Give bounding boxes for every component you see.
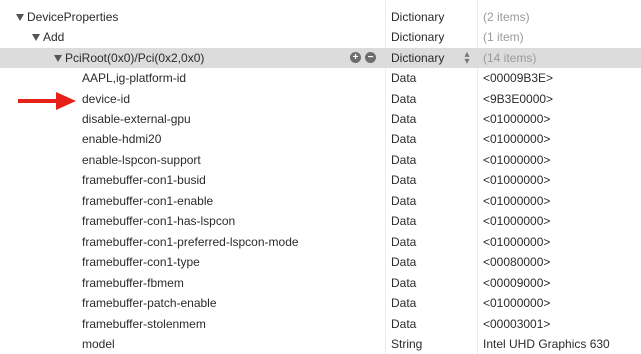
- table-row[interactable]: DeviceProperties Dictionary (2 items): [0, 7, 641, 27]
- remove-circle-icon[interactable]: −: [365, 52, 376, 63]
- type-cell[interactable]: Data: [391, 153, 416, 167]
- type-cell[interactable]: Dictionary: [391, 51, 444, 65]
- type-cell[interactable]: Data: [391, 132, 416, 146]
- type-cell[interactable]: Data: [391, 112, 416, 126]
- key-label: framebuffer-fbmem: [82, 276, 184, 290]
- key-label: framebuffer-con1-preferred-lspcon-mode: [82, 235, 299, 249]
- key-label: AAPL,ig-platform-id: [82, 71, 187, 85]
- key-label: framebuffer-patch-enable: [82, 296, 217, 310]
- table-row[interactable]: framebuffer-con1-preferred-lspcon-mode D…: [0, 232, 641, 252]
- table-row-selected[interactable]: PciRoot(0x0)/Pci(0x2,0x0) + − Dictionary…: [0, 48, 641, 68]
- type-cell[interactable]: Data: [391, 255, 416, 269]
- key-label: framebuffer-con1-enable: [82, 194, 214, 208]
- up-down-chevron-icon[interactable]: ▴ ▾: [463, 50, 471, 67]
- type-cell[interactable]: Dictionary: [391, 10, 444, 24]
- table-row[interactable]: AAPL,ig-platform-id Data <00009B3E>: [0, 68, 641, 88]
- type-cell[interactable]: Data: [391, 173, 416, 187]
- type-cell[interactable]: Data: [391, 276, 416, 290]
- table-row[interactable]: enable-hdmi20 Data <01000000>: [0, 129, 641, 149]
- key-label: enable-hdmi20: [82, 132, 162, 146]
- key-label: framebuffer-stolenmem: [82, 317, 206, 331]
- type-cell[interactable]: String: [391, 337, 422, 351]
- value-cell[interactable]: <00003001>: [483, 317, 550, 331]
- disclosure-triangle-icon[interactable]: [16, 13, 24, 21]
- table-row[interactable]: model String Intel UHD Graphics 630: [0, 334, 641, 354]
- table-row[interactable]: framebuffer-fbmem Data <00009000>: [0, 273, 641, 293]
- value-cell[interactable]: Intel UHD Graphics 630: [483, 337, 610, 351]
- type-cell[interactable]: Data: [391, 296, 416, 310]
- value-cell[interactable]: <01000000>: [483, 112, 550, 126]
- table-row[interactable]: framebuffer-con1-busid Data <01000000>: [0, 170, 641, 190]
- value-cell[interactable]: <00009000>: [483, 276, 550, 290]
- value-cell[interactable]: <00009B3E>: [483, 71, 553, 85]
- table-row[interactable]: framebuffer-con1-type Data <00080000>: [0, 252, 641, 272]
- table-row[interactable]: framebuffer-con1-enable Data <01000000>: [0, 191, 641, 211]
- table-row[interactable]: framebuffer-patch-enable Data <01000000>: [0, 293, 641, 313]
- type-cell[interactable]: Data: [391, 317, 416, 331]
- key-label: framebuffer-con1-type: [82, 255, 200, 269]
- value-cell: (14 items): [483, 51, 537, 65]
- key-label: disable-external-gpu: [82, 112, 191, 126]
- key-cell: Add: [32, 30, 64, 44]
- type-cell[interactable]: Data: [391, 92, 416, 106]
- table-row[interactable]: framebuffer-stolenmem Data <00003001>: [0, 314, 641, 334]
- table-row[interactable]: device-id Data <9B3E0000>: [0, 89, 641, 109]
- value-cell[interactable]: <01000000>: [483, 153, 550, 167]
- key-label: Add: [43, 30, 65, 44]
- type-cell[interactable]: Dictionary: [391, 30, 444, 44]
- plist-editor-table: DeviceProperties Dictionary (2 items) Ad…: [0, 0, 641, 354]
- value-cell: (1 item): [483, 30, 524, 44]
- table-row[interactable]: framebuffer-con1-has-lspcon Data <010000…: [0, 211, 641, 231]
- key-label: model: [82, 337, 115, 351]
- key-label: device-id: [82, 92, 131, 106]
- value-cell[interactable]: <01000000>: [483, 214, 550, 228]
- key-label: framebuffer-con1-busid: [82, 173, 206, 187]
- table-row[interactable]: Add Dictionary (1 item): [0, 27, 641, 47]
- table-row[interactable]: disable-external-gpu Data <01000000>: [0, 109, 641, 129]
- type-cell[interactable]: Data: [391, 214, 416, 228]
- value-cell[interactable]: <9B3E0000>: [483, 92, 553, 106]
- red-arrow-icon: [18, 92, 76, 110]
- type-cell[interactable]: Data: [391, 235, 416, 249]
- value-cell[interactable]: <01000000>: [483, 194, 550, 208]
- value-cell[interactable]: <01000000>: [483, 173, 550, 187]
- key-label: enable-lspcon-support: [82, 153, 201, 167]
- table-row[interactable]: enable-lspcon-support Data <01000000>: [0, 150, 641, 170]
- value-cell[interactable]: <01000000>: [483, 235, 550, 249]
- value-cell[interactable]: <01000000>: [483, 132, 550, 146]
- value-cell[interactable]: <01000000>: [483, 296, 550, 310]
- key-label: PciRoot(0x0)/Pci(0x2,0x0): [65, 51, 205, 65]
- value-cell: (2 items): [483, 10, 530, 24]
- disclosure-triangle-icon[interactable]: [54, 54, 62, 62]
- type-cell[interactable]: Data: [391, 71, 416, 85]
- key-cell: PciRoot(0x0)/Pci(0x2,0x0): [54, 51, 204, 65]
- key-cell: DeviceProperties: [16, 10, 118, 24]
- key-label: framebuffer-con1-has-lspcon: [82, 214, 236, 228]
- disclosure-triangle-icon[interactable]: [32, 33, 40, 41]
- add-circle-icon[interactable]: +: [350, 52, 361, 63]
- key-label: DeviceProperties: [27, 10, 119, 24]
- value-cell[interactable]: <00080000>: [483, 255, 550, 269]
- type-cell[interactable]: Data: [391, 194, 416, 208]
